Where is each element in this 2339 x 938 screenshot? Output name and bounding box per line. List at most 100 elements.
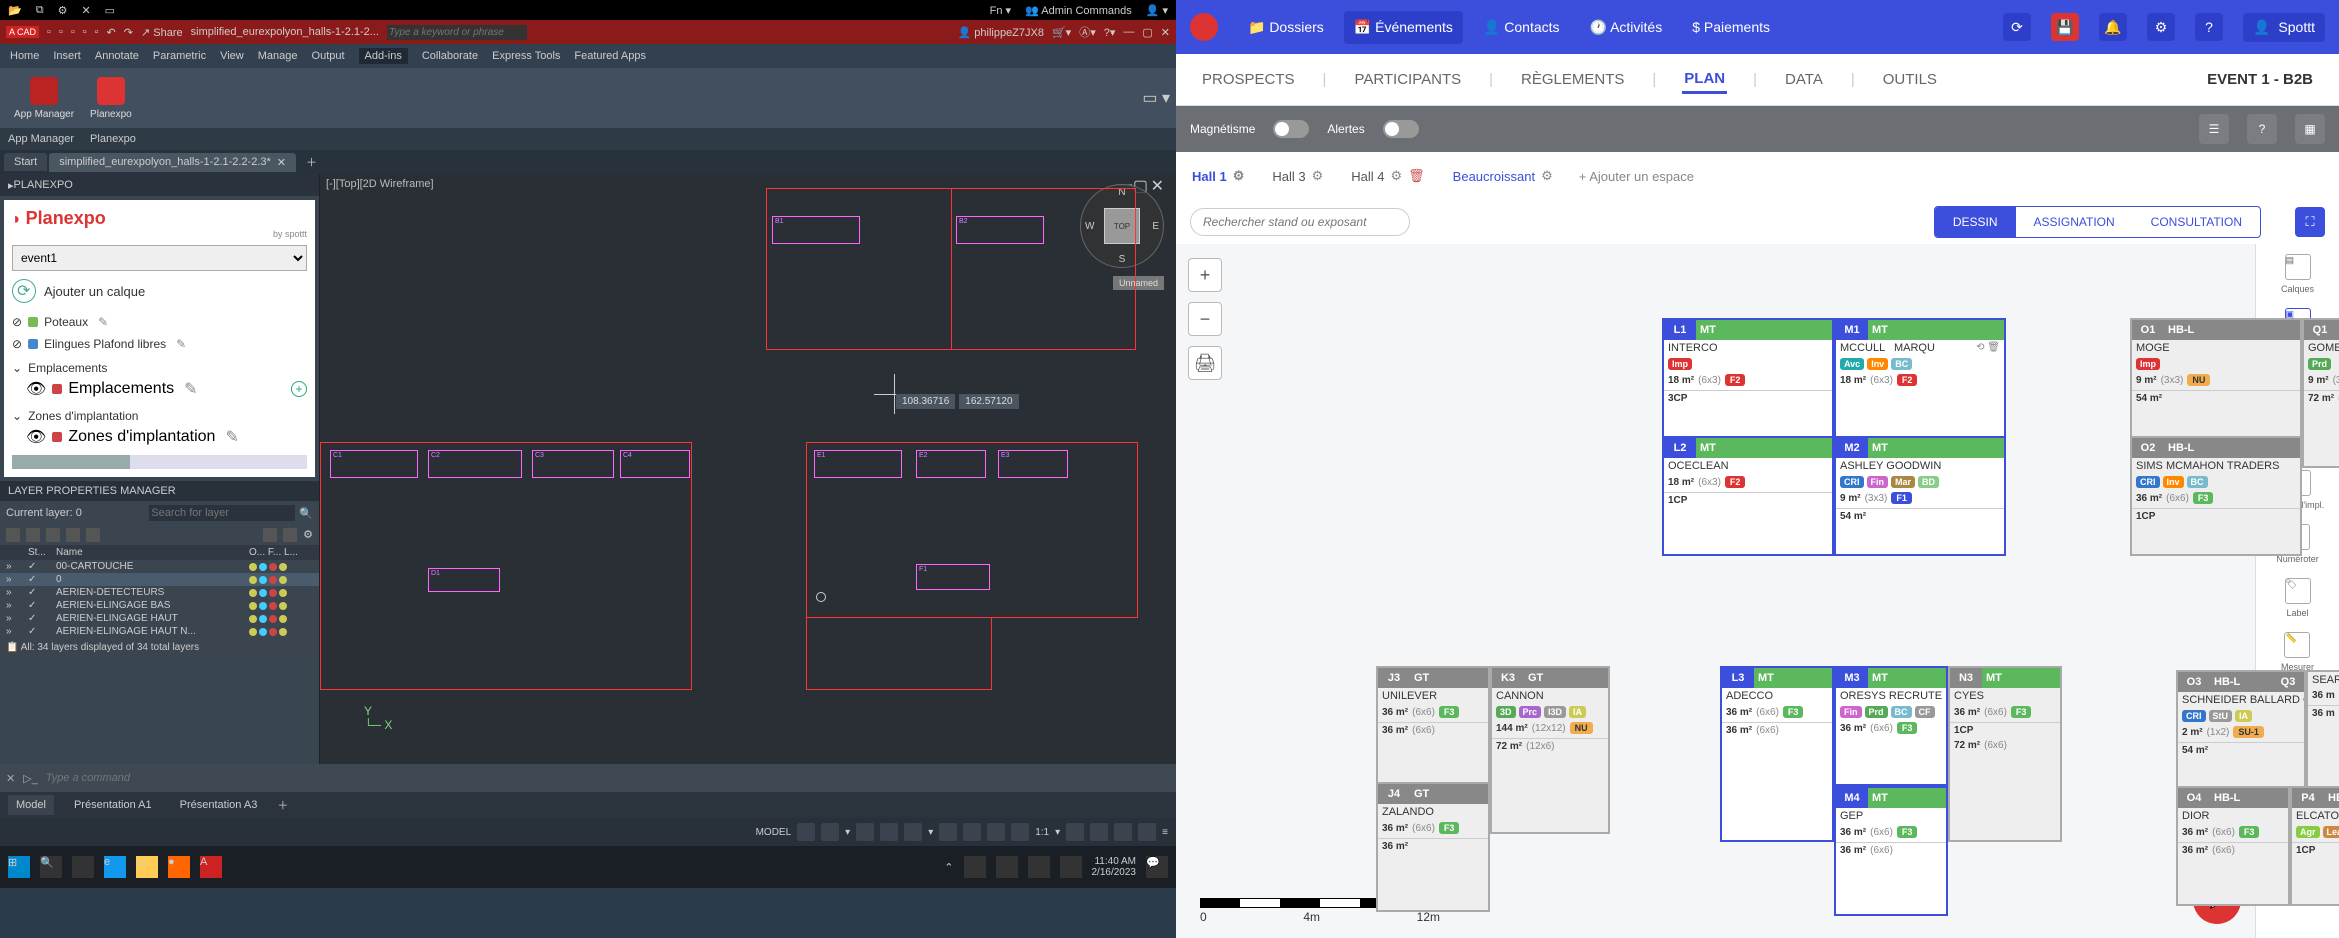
- sb-menu-icon[interactable]: ≡: [1162, 827, 1168, 838]
- sb-i[interactable]: [1138, 823, 1156, 841]
- nav-contacts[interactable]: 👤 Contacts: [1473, 11, 1570, 44]
- lp-icon[interactable]: [46, 528, 60, 542]
- hall-tab[interactable]: Hall 4 ⚙ 🗑: [1349, 164, 1426, 188]
- ribbon-tab[interactable]: View: [220, 50, 244, 62]
- lp-row[interactable]: »✓AERIEN-ELINGAGE BAS: [0, 599, 319, 612]
- stand-L1[interactable]: L1MTINTERCOImp18 m² (6x3) F23CP: [1662, 318, 1834, 448]
- user-menu[interactable]: 👤 Spottt: [2243, 13, 2325, 42]
- eye-off-icon[interactable]: ⊘: [12, 315, 22, 329]
- delete-icon[interactable]: 🗑: [1408, 168, 1425, 184]
- sb-osnap-icon[interactable]: [939, 823, 957, 841]
- add-icon[interactable]: +: [291, 381, 307, 397]
- magnetisme-toggle[interactable]: [1273, 120, 1309, 138]
- qat-new-icon[interactable]: ▫: [47, 26, 51, 38]
- stand-P4[interactable]: P4HB-LELCATOAgrLeaMer1CP: [2290, 786, 2339, 906]
- tray-icon[interactable]: [964, 856, 986, 878]
- ribbon-tab[interactable]: Add-ins: [359, 48, 408, 64]
- gear-icon[interactable]: ⚙: [58, 4, 68, 17]
- ribbon-tab[interactable]: Output: [312, 50, 345, 62]
- ribbon-tab[interactable]: Manage: [258, 50, 298, 62]
- cart-icon[interactable]: 🛒▾: [1052, 26, 1071, 39]
- stand-M2[interactable]: M2MTASHLEY GOODWINCRIFinMarBD9 m² (3x3) …: [1834, 436, 2006, 556]
- status-scale[interactable]: 1:1: [1035, 827, 1049, 838]
- autocad-task-icon[interactable]: A: [200, 856, 222, 878]
- user-menu[interactable]: 👤 ▾: [1146, 4, 1168, 17]
- layout-tab[interactable]: Présentation A1: [66, 795, 160, 815]
- stand-Q1[interactable]: Q1HB-LGOMEXOSPrd9 m² (3x3) F172 m² (12x6…: [2302, 318, 2339, 468]
- hscrollbar[interactable]: [12, 455, 307, 469]
- tool-label[interactable]: 🏷Label: [2285, 578, 2311, 618]
- gear-icon[interactable]: ⚙: [1391, 168, 1403, 184]
- ribbon-tab[interactable]: Parametric: [153, 50, 206, 62]
- vp-close-icon[interactable]: ✕: [1151, 176, 1164, 196]
- eye-icon[interactable]: 👁: [26, 427, 46, 447]
- eye-off-icon[interactable]: ⊘: [12, 337, 22, 351]
- add-layout[interactable]: ＋: [277, 797, 288, 813]
- layer-item[interactable]: ⊘Elingues Plafond libres✎: [12, 333, 307, 355]
- planexpo-button[interactable]: Planexpo: [82, 73, 140, 124]
- shuffle-icon[interactable]: ✕: [81, 4, 90, 17]
- qat-redo-icon[interactable]: ↷: [124, 26, 133, 39]
- lp-icon[interactable]: [86, 528, 100, 542]
- clock[interactable]: 11:40 AM2/16/2023: [1092, 856, 1137, 878]
- search-icon[interactable]: 🔍: [40, 856, 62, 878]
- add-space-button[interactable]: + Ajouter un espace: [1579, 169, 1694, 184]
- explorer-icon[interactable]: ▭: [136, 856, 158, 878]
- subtab-participants[interactable]: PARTICIPANTS: [1352, 67, 1463, 92]
- lp-row[interactable]: »✓AERIEN-ELINGAGE HAUT: [0, 612, 319, 625]
- sb-lwt-icon[interactable]: [987, 823, 1005, 841]
- section-zones[interactable]: ⌄ Zones d'implantation: [12, 409, 307, 423]
- ie-icon[interactable]: e: [104, 856, 126, 878]
- sb-iso-icon[interactable]: [904, 823, 922, 841]
- mode-dessin[interactable]: DESSIN: [1935, 207, 2016, 237]
- copy-icon[interactable]: ⧉: [36, 4, 44, 17]
- refresh-button[interactable]: ⟳: [2003, 13, 2031, 41]
- stand-M4[interactable]: M4MTGEP36 m² (6x6) F336 m² (6x6): [1834, 786, 1948, 916]
- drawing-canvas[interactable]: [-][Top][2D Wireframe] — ▢ ✕ NSEW TOP Un…: [320, 174, 1176, 764]
- lp-icon[interactable]: [66, 528, 80, 542]
- lp-gear-icon[interactable]: ⚙: [303, 528, 313, 542]
- lp-icon[interactable]: [26, 528, 40, 542]
- ribbon-tab[interactable]: Insert: [53, 50, 81, 62]
- refresh-button[interactable]: [12, 279, 36, 303]
- lp-icon[interactable]: [6, 528, 20, 542]
- subtab-prospects[interactable]: PROSPECTS: [1200, 67, 1297, 92]
- sb-i[interactable]: [1114, 823, 1132, 841]
- plan-canvas[interactable]: + − 🖨 04m12m 💬 L1MTINTERCOImp18 m² (6x3)…: [1176, 244, 2255, 938]
- sb-gear-icon[interactable]: [1066, 823, 1084, 841]
- max-icon[interactable]: ▢: [1142, 26, 1152, 39]
- close-tab-icon[interactable]: ✕: [277, 156, 286, 169]
- nav-paiements[interactable]: $ Paiements: [1682, 11, 1780, 43]
- subtab-data[interactable]: DATA: [1783, 67, 1825, 92]
- lp-icon[interactable]: [283, 528, 297, 542]
- tray-up-icon[interactable]: ⌃: [944, 861, 953, 874]
- section-emplacements[interactable]: ⌄ Emplacements: [12, 361, 307, 375]
- ribbon-tab[interactable]: Annotate: [95, 50, 139, 62]
- gear-icon[interactable]: ⚙: [1541, 168, 1553, 184]
- add-layer-button[interactable]: Ajouter un calque: [44, 284, 145, 299]
- nav-activités[interactable]: 🕐 Activités: [1580, 11, 1673, 44]
- status-model[interactable]: MODEL: [756, 827, 792, 838]
- firefox-icon[interactable]: ●: [168, 856, 190, 878]
- admin-commands[interactable]: 👥 Admin Commands: [1025, 4, 1132, 17]
- sb-trans-icon[interactable]: [1011, 823, 1029, 841]
- stand-J4[interactable]: J4GTZALANDO36 m² (6x6) F336 m²: [1376, 782, 1490, 912]
- nav-événements[interactable]: 📅 Événements: [1344, 11, 1463, 44]
- sb-i[interactable]: [1090, 823, 1108, 841]
- search-icon[interactable]: 🔍: [299, 507, 313, 520]
- qat-plot-icon[interactable]: ▫: [95, 26, 99, 38]
- help-icon[interactable]: ?: [2195, 13, 2223, 41]
- app-manager-button[interactable]: App Manager: [6, 73, 82, 124]
- eye-icon[interactable]: 👁: [26, 379, 46, 399]
- tray-icon[interactable]: [996, 856, 1018, 878]
- settings-icon[interactable]: ⚙: [2147, 13, 2175, 41]
- hall-tab[interactable]: Hall 1 ⚙: [1190, 164, 1246, 188]
- apps-icon[interactable]: Ⓐ▾: [1079, 24, 1096, 40]
- edit-icon[interactable]: ✎: [184, 379, 197, 399]
- notif-icon[interactable]: 💬: [1146, 856, 1168, 878]
- alertes-toggle[interactable]: [1383, 120, 1419, 138]
- taskview-icon[interactable]: [72, 856, 94, 878]
- subtab-plan[interactable]: PLAN: [1682, 66, 1727, 94]
- stand-L2[interactable]: L2MTOCECLEAN18 m² (6x3) F21CP: [1662, 436, 1834, 556]
- lp-row[interactable]: »✓AERIEN-ELINGAGE HAUT N...: [0, 625, 319, 638]
